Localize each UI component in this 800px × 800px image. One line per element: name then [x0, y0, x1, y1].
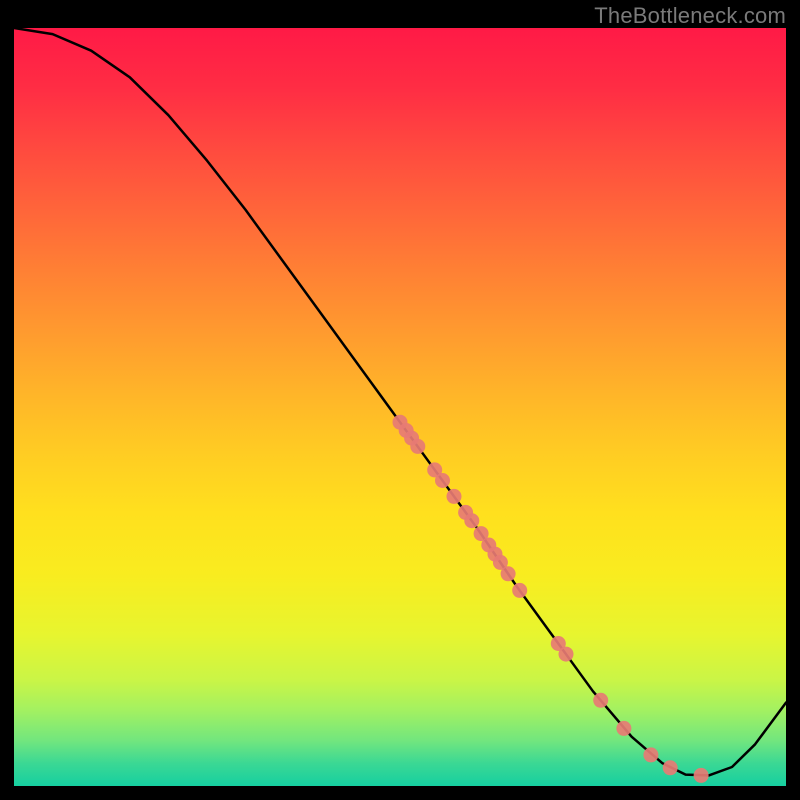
chart-container: TheBottleneck.com [0, 0, 800, 800]
watermark-text: TheBottleneck.com [594, 3, 786, 29]
data-marker [593, 693, 608, 708]
bottleneck-curve [14, 28, 786, 775]
plot-area [14, 28, 786, 786]
data-marker [643, 747, 658, 762]
data-marker [616, 721, 631, 736]
data-marker [501, 566, 516, 581]
chart-svg [14, 28, 786, 786]
data-marker [694, 768, 709, 783]
data-marker [435, 473, 450, 488]
data-markers [393, 415, 709, 783]
data-marker [512, 583, 527, 598]
data-marker [663, 760, 678, 775]
data-marker [559, 647, 574, 662]
data-marker [464, 513, 479, 528]
data-marker [447, 489, 462, 504]
data-marker [410, 439, 425, 454]
